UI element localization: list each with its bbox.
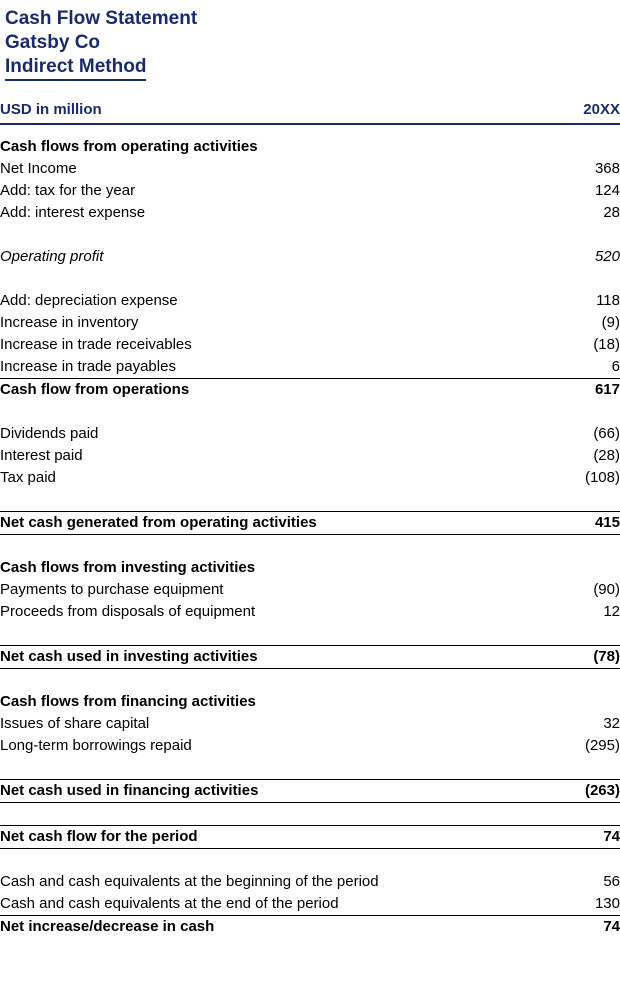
total-net-cash-flow-period: Net cash flow for the period 74 <box>0 825 620 849</box>
line-item-value: (18) <box>593 336 620 353</box>
table-row: Increase in trade receivables (18) <box>0 334 620 356</box>
section-heading-financing: Cash flows from financing activities <box>0 691 620 713</box>
table-row: Net Income 368 <box>0 158 620 180</box>
total-net-cash-investing: Net cash used in investing activities (7… <box>0 645 620 669</box>
total-net-cash-financing: Net cash used in financing activities (2… <box>0 779 620 803</box>
table-row: Add: depreciation expense 118 <box>0 290 620 312</box>
total-label: Net cash flow for the period <box>0 825 540 849</box>
spacer <box>0 401 620 423</box>
method-subtitle: Indirect Method <box>5 55 147 81</box>
section-heading-value <box>540 691 620 713</box>
subtotal-cash-flow-from-operations: Cash flow from operations 617 <box>0 378 620 401</box>
operating-profit-row: Operating profit 520 <box>0 246 620 268</box>
line-item-value: 56 <box>603 873 620 890</box>
line-item-value: 12 <box>603 603 620 620</box>
line-item-label: Long-term borrowings repaid <box>0 737 192 754</box>
line-item-value: (90) <box>593 581 620 598</box>
spacer <box>0 757 620 780</box>
table-row: Long-term borrowings repaid (295) <box>0 735 620 757</box>
line-item-value: 32 <box>603 715 620 732</box>
table-row: Cash and cash equivalents at the end of … <box>0 893 620 916</box>
section-heading-value <box>540 557 620 579</box>
spacer <box>0 489 620 512</box>
table-row: Cash and cash equivalents at the beginni… <box>0 871 620 893</box>
line-item-value: 118 <box>596 292 620 309</box>
line-item-value: (108) <box>584 469 620 486</box>
line-item-value: (66) <box>593 425 620 442</box>
line-item-label: Increase in trade payables <box>0 358 176 375</box>
column-header-row: USD in million 20XX <box>0 97 620 125</box>
line-item-label: Payments to purchase equipment <box>0 581 224 598</box>
table-row: Dividends paid (66) <box>0 423 620 445</box>
line-item-label: Increase in inventory <box>0 314 139 331</box>
line-item-value: 124 <box>594 182 620 199</box>
total-label: Net increase/decrease in cash <box>0 915 540 938</box>
line-item-value: 6 <box>611 358 620 375</box>
section-heading-label: Cash flows from financing activities <box>0 693 256 710</box>
cash-flow-table: USD in million 20XX Cash flows from oper… <box>0 97 620 938</box>
line-item-label: Increase in trade receivables <box>0 336 192 353</box>
total-net-cash-operating: Net cash generated from operating activi… <box>0 511 620 535</box>
total-label: Net cash generated from operating activi… <box>0 511 540 535</box>
table-row: Add: tax for the year 124 <box>0 180 620 202</box>
spacer <box>0 849 620 872</box>
operating-profit-value: 520 <box>594 248 620 265</box>
line-item-label: Dividends paid <box>0 425 99 442</box>
operating-profit-label: Operating profit <box>0 248 104 265</box>
section-heading-investing: Cash flows from investing activities <box>0 557 620 579</box>
line-item-label: Add: tax for the year <box>0 182 136 199</box>
company-name: Gatsby Co <box>5 32 101 53</box>
line-item-value: (295) <box>584 737 620 754</box>
spacer <box>0 623 620 646</box>
section-heading-label: Cash flows from operating activities <box>0 138 258 155</box>
document-title-block: Cash Flow Statement Gatsby Co Indirect M… <box>0 0 620 81</box>
total-value: (78) <box>540 645 620 669</box>
line-item-label: Proceeds from disposals of equipment <box>0 603 256 620</box>
line-item-label: Tax paid <box>0 469 56 486</box>
period-header: 20XX <box>540 97 620 125</box>
spacer <box>0 535 620 558</box>
table-row: Proceeds from disposals of equipment 12 <box>0 601 620 623</box>
section-heading-operating: Cash flows from operating activities <box>0 136 620 158</box>
section-heading-value <box>540 136 620 158</box>
units-header: USD in million <box>0 97 540 125</box>
spacer <box>0 224 620 246</box>
table-row: Add: interest expense 28 <box>0 202 620 224</box>
total-value: 415 <box>540 511 620 535</box>
line-item-label: Cash and cash equivalents at the end of … <box>0 895 339 912</box>
line-item-value: (9) <box>601 314 620 331</box>
line-item-label: Net Income <box>0 160 77 177</box>
line-item-value: 368 <box>594 160 620 177</box>
line-item-value: 28 <box>603 204 620 221</box>
line-item-label: Cash and cash equivalents at the beginni… <box>0 873 379 890</box>
table-row: Increase in inventory (9) <box>0 312 620 334</box>
total-label: Net cash used in financing activities <box>0 779 540 803</box>
spacer <box>0 124 620 136</box>
spacer <box>0 268 620 290</box>
total-value: 74 <box>540 825 620 849</box>
line-item-value: 130 <box>594 895 620 912</box>
total-label: Net cash used in investing activities <box>0 645 540 669</box>
subtotal-label: Cash flow from operations <box>0 378 540 401</box>
line-item-label: Issues of share capital <box>0 715 150 732</box>
table-row: Issues of share capital 32 <box>0 713 620 735</box>
table-row: Interest paid (28) <box>0 445 620 467</box>
table-row: Payments to purchase equipment (90) <box>0 579 620 601</box>
table-row: Tax paid (108) <box>0 467 620 489</box>
spacer <box>0 803 620 826</box>
spacer <box>0 669 620 692</box>
section-heading-label: Cash flows from investing activities <box>0 559 256 576</box>
total-value: 74 <box>540 915 620 938</box>
cash-flow-statement-document: Cash Flow Statement Gatsby Co Indirect M… <box>0 0 620 1000</box>
total-value: (263) <box>540 779 620 803</box>
subtotal-value: 617 <box>540 378 620 401</box>
line-item-label: Interest paid <box>0 447 83 464</box>
line-item-label: Add: interest expense <box>0 204 146 221</box>
line-item-label: Add: depreciation expense <box>0 292 178 309</box>
total-net-increase-decrease-cash: Net increase/decrease in cash 74 <box>0 915 620 938</box>
table-row: Increase in trade payables 6 <box>0 356 620 379</box>
line-item-value: (28) <box>593 447 620 464</box>
document-title: Cash Flow Statement <box>5 8 198 29</box>
